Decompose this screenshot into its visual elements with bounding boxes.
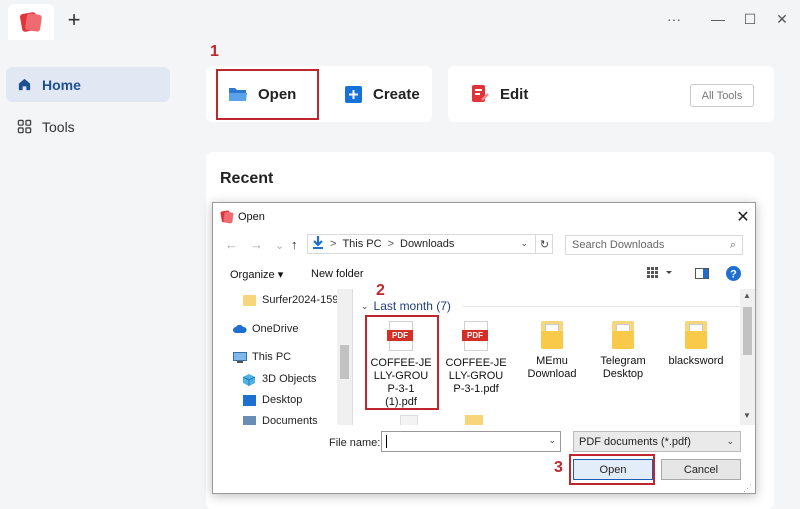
view-options-icon[interactable]	[647, 267, 673, 282]
refresh-icon[interactable]: ↻	[535, 234, 553, 254]
help-icon[interactable]: ?	[726, 266, 741, 284]
plus-square-icon	[343, 85, 363, 103]
tree-scrollbar-thumb[interactable]	[340, 345, 349, 379]
step-3-highlight	[569, 454, 655, 485]
file-name-input[interactable]: ⌄	[381, 431, 561, 452]
file-item[interactable]: PDF COFFEE-JE LLY-GROU P-3-1.pdf	[443, 321, 509, 396]
up-arrow-icon[interactable]: ↑	[291, 237, 298, 252]
dialog-close-icon[interactable]: ✕	[735, 207, 751, 227]
app-logo-icon	[19, 11, 43, 33]
sidebar-item-label: Home	[42, 76, 81, 93]
open-file-dialog: Open ✕ ← → ⌄ ↑ > This PC > Downloads ⌄ ↻…	[212, 202, 756, 494]
tree-item-surfer[interactable]: Surfer2024-159-	[243, 294, 342, 306]
download-folder-icon	[312, 236, 324, 252]
folder-item[interactable]: Telegram Desktop	[590, 321, 656, 381]
edit-icon	[470, 85, 490, 103]
file-area-scrollbar-thumb[interactable]	[743, 307, 752, 355]
tree-scrollbar[interactable]	[337, 289, 352, 425]
tree-item-3d-objects[interactable]: 3D Objects	[242, 373, 316, 386]
tree-item-documents[interactable]: Documents	[243, 415, 318, 425]
file-name-label: File name:	[329, 437, 381, 449]
dialog-title: Open	[238, 211, 265, 223]
all-tools-button[interactable]: All Tools	[690, 84, 754, 107]
dialog-cancel-button[interactable]: Cancel	[661, 459, 741, 480]
create-button[interactable]: Create	[343, 85, 420, 103]
app-tab[interactable]	[8, 4, 54, 40]
sidebar-item-label: Tools	[42, 118, 75, 135]
documents-icon	[243, 415, 256, 425]
folder-item[interactable]: MEmu Download	[519, 321, 585, 381]
more-options-icon[interactable]: ···	[662, 8, 686, 30]
address-dropdown-icon[interactable]: ⌄	[520, 238, 528, 249]
folder-icon	[612, 321, 634, 349]
partial-file-icon	[400, 415, 418, 425]
title-bar: + ··· — ☐ ✕	[0, 0, 800, 40]
step-3-label: 3	[554, 459, 563, 476]
folder-icon	[541, 321, 563, 349]
desktop-icon	[243, 394, 256, 406]
breadcrumb-downloads[interactable]: Downloads	[400, 238, 454, 250]
home-icon	[16, 77, 32, 93]
step-1-label: 1	[210, 43, 219, 60]
step-2-highlight	[365, 315, 439, 410]
organize-menu[interactable]: Organize ▾	[230, 268, 283, 281]
grid-icon	[16, 119, 32, 135]
scroll-up-icon[interactable]: ▲	[743, 291, 751, 300]
folder-icon	[243, 294, 256, 306]
new-tab-button[interactable]: +	[64, 8, 84, 32]
search-input[interactable]: Search Downloads ⌕	[565, 235, 743, 255]
file-type-dropdown-icon: ⌄	[726, 436, 734, 446]
breadcrumb-separator: >	[387, 238, 394, 250]
minimize-button[interactable]: —	[706, 8, 730, 30]
collapse-chevron-icon: ⌄	[361, 300, 369, 311]
file-area-scrollbar[interactable]: ▲ ▼	[740, 289, 755, 425]
tree-item-desktop[interactable]: Desktop	[243, 394, 302, 406]
step-1-highlight	[216, 69, 319, 120]
preview-pane-icon[interactable]	[695, 268, 709, 282]
navigation-tree: Surfer2024-159- OneDrive This PC 3D Obje…	[213, 289, 353, 425]
tree-item-onedrive[interactable]: OneDrive	[233, 323, 298, 335]
group-header[interactable]: ⌄ Last month (7)	[361, 299, 451, 313]
group-divider	[463, 306, 739, 307]
folder-item[interactable]: blacksword	[663, 321, 729, 368]
forward-arrow-icon[interactable]: →	[250, 237, 263, 252]
edit-button[interactable]: Edit	[470, 85, 528, 103]
text-caret	[386, 435, 387, 448]
pdf-file-icon: PDF	[462, 321, 488, 351]
address-bar[interactable]: > This PC > Downloads ⌄	[307, 234, 553, 254]
close-window-button[interactable]: ✕	[770, 8, 794, 30]
cloud-icon	[233, 324, 247, 335]
recent-title: Recent	[220, 170, 274, 187]
partial-folder-icon	[465, 415, 483, 425]
tree-item-this-pc[interactable]: This PC	[233, 351, 291, 363]
computer-icon	[233, 351, 247, 363]
file-type-select[interactable]: PDF documents (*.pdf) ⌄	[573, 431, 741, 452]
step-2-label: 2	[376, 282, 385, 299]
sidebar-item-tools[interactable]: Tools	[6, 109, 170, 144]
sidebar: Home Tools	[0, 40, 184, 509]
resize-grip-icon[interactable]: ⋰	[743, 483, 752, 494]
cube-icon	[242, 373, 256, 386]
scroll-down-icon[interactable]: ▼	[743, 411, 751, 420]
breadcrumb-separator: >	[330, 238, 337, 250]
back-arrow-icon[interactable]: ←	[225, 237, 238, 252]
new-folder-button[interactable]: New folder	[311, 268, 364, 280]
sidebar-item-home[interactable]: Home	[6, 67, 170, 102]
maximize-button[interactable]: ☐	[738, 8, 762, 30]
recent-locations-icon[interactable]: ⌄	[275, 239, 284, 252]
folder-icon	[685, 321, 707, 349]
file-name-dropdown-icon[interactable]: ⌄	[548, 435, 556, 446]
search-icon: ⌕	[729, 239, 736, 251]
dialog-app-icon	[220, 210, 234, 224]
svg-text:?: ?	[730, 269, 737, 281]
breadcrumb-this-pc[interactable]: This PC	[342, 238, 381, 250]
